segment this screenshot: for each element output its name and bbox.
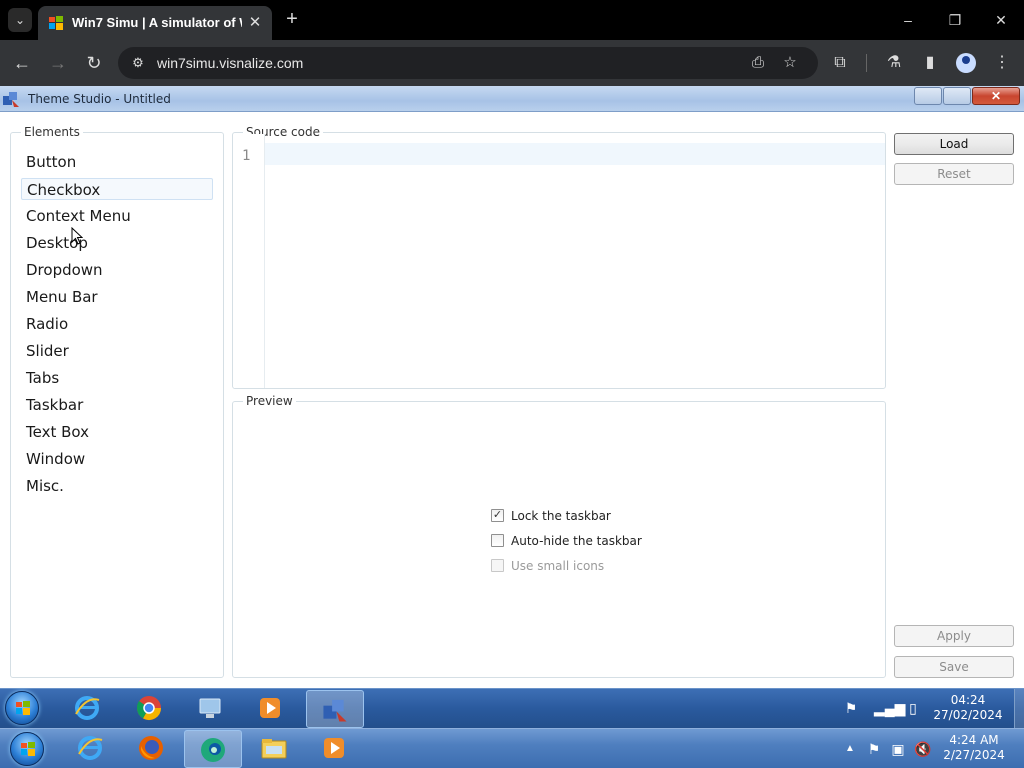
- computer-icon[interactable]: [196, 694, 224, 722]
- flask-icon[interactable]: ⚗: [883, 52, 905, 74]
- battery-icon[interactable]: ▯: [905, 699, 921, 717]
- element-item-desktop[interactable]: Desktop: [21, 232, 213, 254]
- close-icon[interactable]: ✕: [246, 14, 264, 32]
- tray-overflow-icon[interactable]: ▲: [843, 740, 857, 758]
- line-number: 1: [242, 148, 251, 164]
- source-code-editor[interactable]: [265, 143, 885, 165]
- element-item-misc[interactable]: Misc.: [21, 475, 213, 497]
- element-item-button[interactable]: Button: [21, 151, 213, 173]
- url-text: win7simu.visnalize.com: [157, 55, 304, 71]
- element-item-text-box[interactable]: Text Box: [21, 421, 213, 443]
- show-desktop-button[interactable]: [1014, 689, 1024, 728]
- save-button[interactable]: Save: [894, 656, 1014, 678]
- close-window-button[interactable]: ✕: [989, 8, 1013, 32]
- theme-studio-icon: [3, 92, 19, 107]
- start-button[interactable]: [5, 691, 39, 725]
- window-close-button[interactable]: ✕: [972, 87, 1020, 105]
- folder-icon[interactable]: [260, 734, 288, 762]
- checkbox-label: Lock the taskbar: [511, 509, 611, 523]
- tab-title: Win7 Simu | A simulator of Windows 7: [72, 15, 242, 30]
- edge-icon: [201, 738, 225, 762]
- checkbox-label: Use small icons: [511, 559, 605, 573]
- media-player-icon[interactable]: [256, 694, 284, 722]
- checkbox-checked-icon[interactable]: ✓: [491, 509, 504, 522]
- signal-icon[interactable]: ▂▄▆: [874, 699, 905, 717]
- clock-date: 27/02/2024: [933, 708, 1003, 722]
- source-code-group: Source code 1: [232, 125, 886, 389]
- clock-time: 4:24 AM: [949, 733, 999, 747]
- chrome-icon[interactable]: [135, 694, 163, 722]
- minimize-button[interactable]: –: [896, 8, 920, 32]
- elements-label: Elements: [21, 125, 83, 139]
- theme-studio-icon: [323, 699, 347, 722]
- preview-label: Preview: [243, 394, 296, 408]
- load-button[interactable]: Load: [894, 133, 1014, 155]
- chevron-down-icon[interactable]: ⌄: [8, 8, 32, 32]
- toolbar-divider: [866, 54, 867, 72]
- firefox-icon[interactable]: [137, 734, 165, 762]
- internet-explorer-icon[interactable]: [76, 734, 104, 762]
- element-item-radio[interactable]: Radio: [21, 313, 213, 335]
- window-minimize-button[interactable]: [914, 87, 942, 105]
- install-app-icon[interactable]: ⎙: [748, 54, 768, 72]
- arrow-right-icon[interactable]: →: [46, 51, 70, 75]
- internet-explorer-icon[interactable]: [73, 694, 101, 722]
- side-panel-icon[interactable]: ▮: [919, 52, 941, 74]
- edge-taskbar-button[interactable]: [184, 730, 242, 768]
- arrow-left-icon[interactable]: ←: [10, 51, 34, 75]
- browser-tab[interactable]: Win7 Simu | A simulator of Windows 7 ✕: [38, 6, 272, 40]
- checkbox-unchecked-icon[interactable]: [491, 534, 504, 547]
- reset-button[interactable]: Reset: [894, 163, 1014, 185]
- elements-group: Elements Button Checkbox Context Menu De…: [10, 125, 224, 678]
- host-start-button[interactable]: [10, 732, 44, 766]
- tune-icon[interactable]: ⚙: [130, 55, 146, 71]
- mouse-cursor-icon: [71, 227, 83, 245]
- kebab-menu-icon[interactable]: ⋮: [991, 52, 1013, 74]
- volume-muted-icon[interactable]: 🔇: [914, 740, 932, 758]
- window-client-area: Elements Button Checkbox Context Menu De…: [0, 112, 1024, 688]
- element-item-slider[interactable]: Slider: [21, 340, 213, 362]
- window-maximize-button[interactable]: [943, 87, 971, 105]
- windows-logo-icon: [49, 16, 63, 30]
- checkbox-label: Auto-hide the taskbar: [511, 534, 642, 548]
- action-center-flag-icon[interactable]: ⚑: [865, 740, 883, 758]
- element-item-taskbar[interactable]: Taskbar: [21, 394, 213, 416]
- theme-studio-taskbar-button[interactable]: [306, 690, 364, 728]
- profile-icon[interactable]: [956, 53, 976, 73]
- host-clock[interactable]: 4:24 AM 2/27/2024: [938, 733, 1010, 763]
- clock-date: 2/27/2024: [943, 748, 1005, 762]
- windows-logo-icon: [16, 701, 30, 715]
- element-item-window[interactable]: Window: [21, 448, 213, 470]
- media-player-icon[interactable]: [320, 734, 348, 762]
- element-item-context-menu[interactable]: Context Menu: [21, 205, 213, 227]
- simulated-taskbar: ⚑ ▂▄▆ ▯ 04:24 27/02/2024: [0, 688, 1024, 728]
- line-number-gutter: 1: [234, 134, 265, 388]
- browser-tab-strip: ⌄ Win7 Simu | A simulator of Windows 7 ✕…: [0, 0, 1024, 40]
- clock-time: 04:24: [950, 693, 986, 707]
- plus-icon[interactable]: +: [282, 9, 302, 29]
- apply-button[interactable]: Apply: [894, 625, 1014, 647]
- restore-button[interactable]: ❐: [943, 8, 967, 32]
- address-bar[interactable]: ⚙ win7simu.visnalize.com ⎙ ☆: [118, 47, 818, 79]
- element-item-menu-bar[interactable]: Menu Bar: [21, 286, 213, 308]
- reload-icon[interactable]: ↻: [82, 51, 106, 75]
- window-title: Theme Studio - Untitled: [28, 92, 171, 106]
- element-item-dropdown[interactable]: Dropdown: [21, 259, 213, 281]
- window-title-bar[interactable]: Theme Studio - Untitled ✕: [0, 86, 1024, 112]
- action-center-flag-icon[interactable]: ⚑: [842, 699, 860, 717]
- element-item-tabs[interactable]: Tabs: [21, 367, 213, 389]
- puzzle-icon[interactable]: ⧉: [829, 52, 851, 74]
- simulated-clock[interactable]: 04:24 27/02/2024: [930, 693, 1006, 723]
- element-item-checkbox[interactable]: Checkbox: [21, 178, 213, 200]
- network-icon[interactable]: ▣: [889, 740, 907, 758]
- windows-logo-icon: [21, 742, 35, 756]
- checkbox-disabled-icon: [491, 559, 504, 572]
- host-taskbar: ▲ ⚑ ▣ 🔇 4:24 AM 2/27/2024: [0, 728, 1024, 768]
- star-icon[interactable]: ☆: [780, 54, 800, 72]
